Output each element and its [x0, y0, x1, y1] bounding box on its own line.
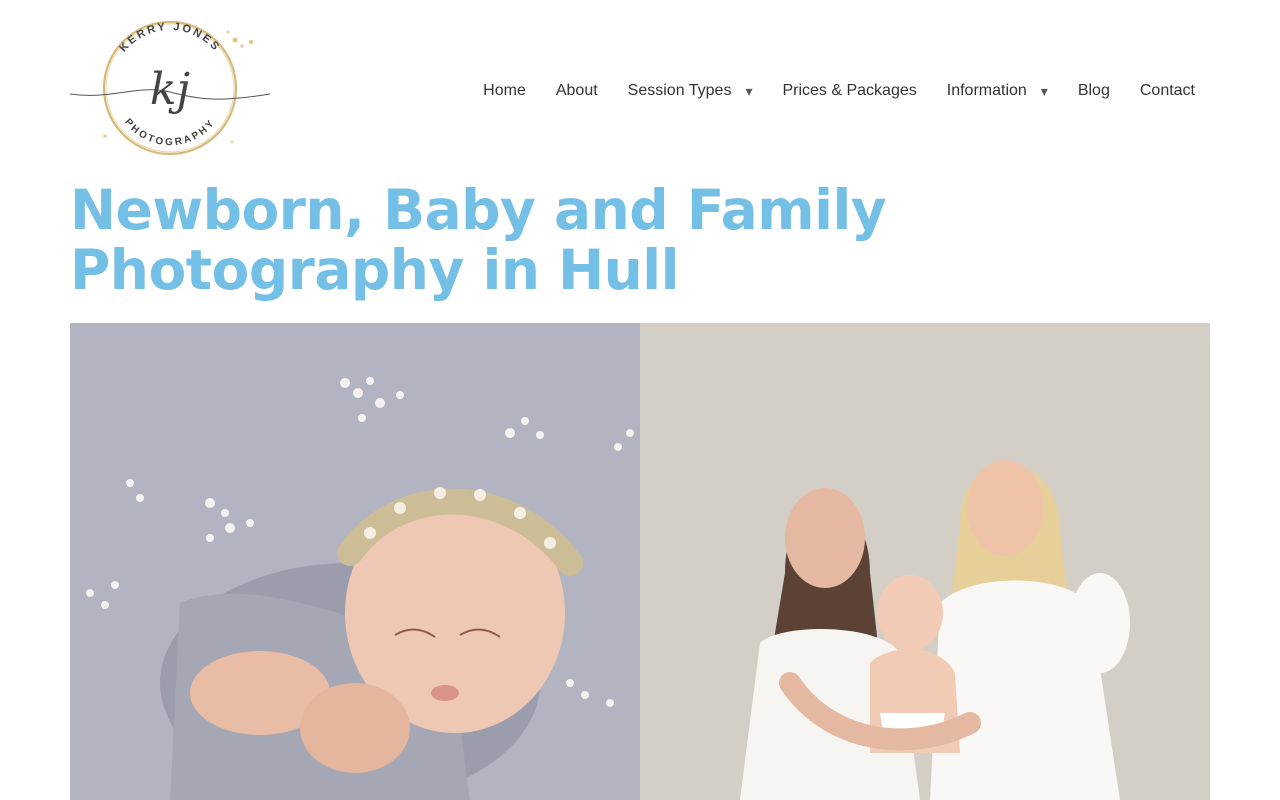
kj-logo-icon: KERRY JONES PHOTOGRAPHY kj — [70, 20, 270, 156]
newborn-photo-icon — [70, 323, 640, 800]
newborn-photo[interactable] — [70, 323, 640, 800]
nav-label: Prices & Packages — [782, 82, 917, 99]
svg-text:KERRY JONES: KERRY JONES — [117, 21, 222, 55]
nav-label: Session Types — [627, 82, 732, 99]
svg-text:kj: kj — [150, 64, 190, 115]
svg-text:PHOTOGRAPHY: PHOTOGRAPHY — [122, 117, 218, 148]
nav-item-home[interactable]: Home — [483, 78, 526, 104]
nav-item-contact[interactable]: Contact — [1140, 78, 1195, 104]
site-logo[interactable]: KERRY JONES PHOTOGRAPHY kj — [70, 14, 270, 162]
nav-item-blog[interactable]: Blog — [1078, 78, 1110, 104]
nav-item-session-types[interactable]: Session Types ▾ — [628, 78, 753, 104]
nav-label: Contact — [1139, 82, 1195, 99]
family-photo-icon — [640, 323, 1210, 800]
nav-label: Blog — [1077, 82, 1110, 99]
nav-item-information[interactable]: Information ▾ — [947, 78, 1048, 104]
nav-item-prices-packages[interactable]: Prices & Packages — [782, 78, 916, 104]
chevron-down-icon[interactable]: ▾ — [1041, 78, 1048, 104]
nav-label: Home — [483, 82, 526, 99]
nav-label: About — [555, 82, 598, 99]
main-nav: Home About Session Types ▾ Prices & Pack… — [483, 78, 1195, 104]
hero-gallery — [70, 323, 1210, 800]
site-header: KERRY JONES PHOTOGRAPHY kj Home About Se… — [0, 0, 1280, 175]
page-title: Newborn, Baby and Family Photography in … — [70, 178, 887, 302]
chevron-down-icon[interactable]: ▾ — [745, 78, 752, 104]
family-photo[interactable] — [640, 323, 1210, 800]
nav-label: Information — [946, 82, 1027, 99]
nav-item-about[interactable]: About — [556, 78, 598, 104]
